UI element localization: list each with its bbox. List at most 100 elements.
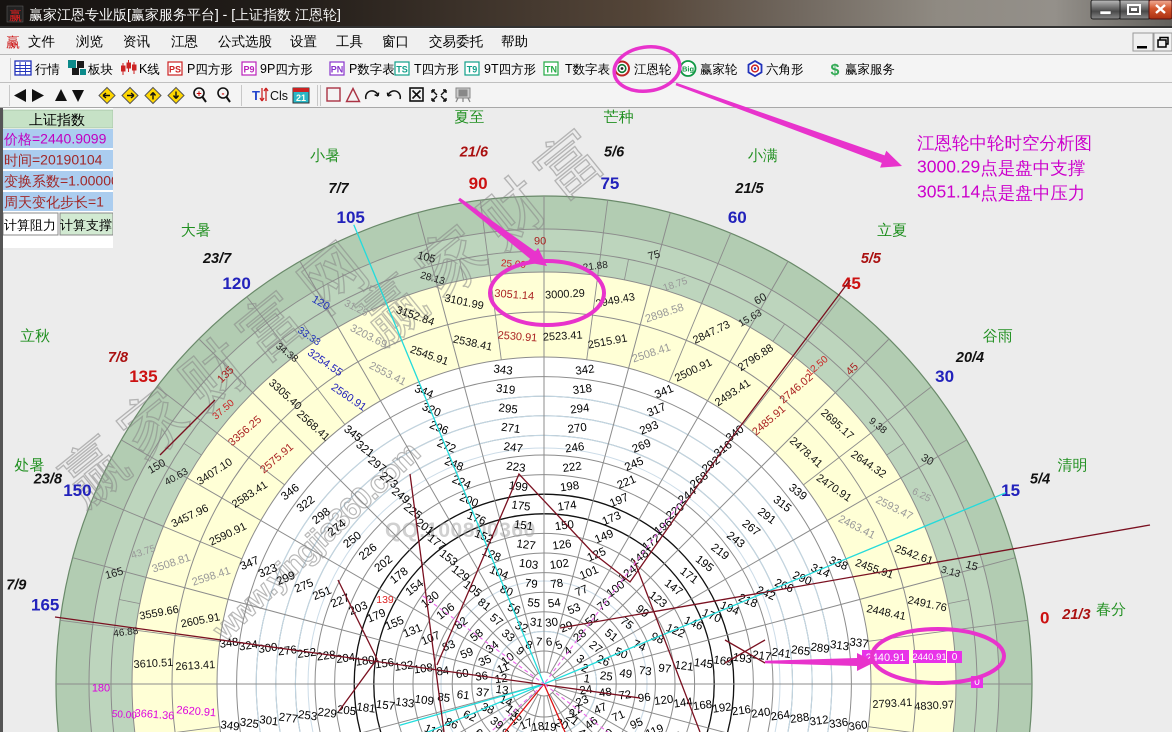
svg-text:2613.41: 2613.41	[175, 659, 215, 673]
svg-text:319: 319	[495, 383, 516, 397]
svg-text:325: 325	[239, 717, 260, 731]
svg-text:60: 60	[728, 208, 747, 227]
svg-text:192: 192	[712, 701, 733, 715]
svg-text:30: 30	[935, 367, 954, 386]
svg-text:223: 223	[505, 461, 526, 475]
svg-text:Cls: Cls	[270, 89, 288, 103]
svg-text:90: 90	[469, 174, 488, 193]
svg-text:151: 151	[513, 519, 534, 533]
svg-text:97: 97	[657, 662, 671, 676]
svg-text:21/5: 21/5	[734, 181, 764, 197]
svg-text:295: 295	[498, 402, 519, 416]
svg-text:145: 145	[693, 657, 714, 671]
svg-text:4830.97: 4830.97	[914, 699, 954, 713]
svg-text:3000.29: 3000.29	[917, 157, 980, 177]
svg-text:240: 240	[751, 706, 772, 720]
svg-text:T: T	[414, 62, 422, 76]
svg-text:23/8: 23/8	[33, 472, 63, 488]
svg-text:61: 61	[456, 689, 470, 703]
svg-text:312: 312	[809, 714, 830, 728]
svg-text:229: 229	[317, 706, 338, 720]
svg-text:21/3: 21/3	[1061, 607, 1090, 623]
svg-text:109: 109	[414, 694, 435, 708]
svg-text:3000.29: 3000.29	[545, 288, 585, 302]
svg-text:103: 103	[518, 558, 539, 572]
svg-text:21: 21	[296, 93, 306, 103]
svg-text:165: 165	[31, 596, 59, 615]
svg-text:79: 79	[524, 578, 538, 592]
svg-text:TS: TS	[396, 65, 408, 75]
svg-text:+: +	[196, 89, 201, 99]
svg-text:252: 252	[297, 647, 318, 661]
svg-text:55: 55	[527, 597, 541, 611]
svg-text:2793.41: 2793.41	[872, 697, 912, 711]
svg-text:198: 198	[559, 480, 580, 494]
svg-text:15: 15	[1001, 481, 1020, 500]
svg-text:289: 289	[810, 642, 831, 656]
svg-text:5/4: 5/4	[1030, 472, 1050, 488]
svg-text:25: 25	[599, 670, 613, 684]
svg-text:265: 265	[790, 644, 811, 658]
svg-text:288: 288	[790, 712, 811, 726]
svg-text:T: T	[252, 88, 260, 103]
svg-text:3610.51: 3610.51	[133, 657, 173, 671]
svg-text:313: 313	[829, 639, 850, 653]
svg-text:300: 300	[258, 642, 279, 656]
svg-text:318: 318	[572, 383, 593, 397]
svg-text:5/6: 5/6	[604, 145, 625, 161]
svg-text:301: 301	[258, 714, 279, 728]
svg-text:348: 348	[219, 636, 240, 650]
svg-text:2523.41: 2523.41	[543, 329, 583, 343]
svg-text:K: K	[139, 62, 148, 76]
svg-text:7/9: 7/9	[6, 577, 26, 593]
svg-text:169: 169	[713, 654, 734, 668]
svg-text:90: 90	[534, 236, 546, 248]
svg-text:336: 336	[828, 717, 849, 731]
svg-text:9T: 9T	[484, 62, 499, 76]
svg-text:PS: PS	[169, 65, 181, 75]
svg-text:271: 271	[500, 422, 521, 436]
svg-text:73: 73	[638, 665, 652, 679]
svg-text:139: 139	[376, 594, 394, 606]
svg-text:133: 133	[394, 696, 415, 710]
svg-text:TN: TN	[545, 65, 557, 75]
svg-text:222: 222	[562, 461, 583, 475]
svg-text:241: 241	[771, 647, 792, 661]
svg-text:7/8: 7/8	[108, 350, 129, 366]
svg-text:127: 127	[516, 538, 537, 552]
svg-text:PN: PN	[331, 65, 344, 75]
svg-text:324: 324	[238, 639, 259, 653]
svg-text:294: 294	[570, 402, 591, 416]
svg-text:21/6: 21/6	[459, 145, 489, 161]
svg-text:342: 342	[575, 363, 596, 377]
svg-text:180: 180	[92, 682, 110, 694]
svg-text:277: 277	[278, 712, 299, 726]
svg-text:]: ]	[337, 6, 341, 22]
svg-text:102: 102	[549, 558, 570, 572]
svg-text:7/7: 7/7	[328, 181, 349, 197]
svg-text:349: 349	[220, 719, 241, 732]
svg-text:120: 120	[222, 274, 250, 293]
svg-text:253: 253	[297, 709, 318, 723]
svg-text:5/5: 5/5	[861, 251, 882, 267]
svg-text:31: 31	[529, 616, 543, 630]
svg-text:228: 228	[316, 649, 337, 663]
svg-text:181: 181	[356, 701, 377, 715]
svg-text:150: 150	[63, 481, 91, 500]
svg-text:T9: T9	[467, 65, 478, 75]
svg-text:337: 337	[849, 636, 870, 650]
svg-text:75: 75	[600, 174, 619, 193]
svg-text:3051.14: 3051.14	[917, 182, 981, 202]
svg-text:49: 49	[619, 668, 633, 682]
svg-text:0: 0	[952, 652, 958, 663]
svg-text:168: 168	[692, 699, 713, 713]
svg-text:126: 126	[552, 538, 573, 552]
svg-text:P: P	[187, 62, 195, 76]
svg-text:9P: 9P	[260, 62, 275, 76]
svg-text:175: 175	[511, 499, 532, 513]
svg-text:135: 135	[129, 367, 157, 386]
svg-text:=1: =1	[88, 194, 104, 210]
svg-text:2440.91: 2440.91	[912, 652, 946, 663]
svg-text:105: 105	[337, 208, 365, 227]
svg-text:120: 120	[654, 694, 675, 708]
